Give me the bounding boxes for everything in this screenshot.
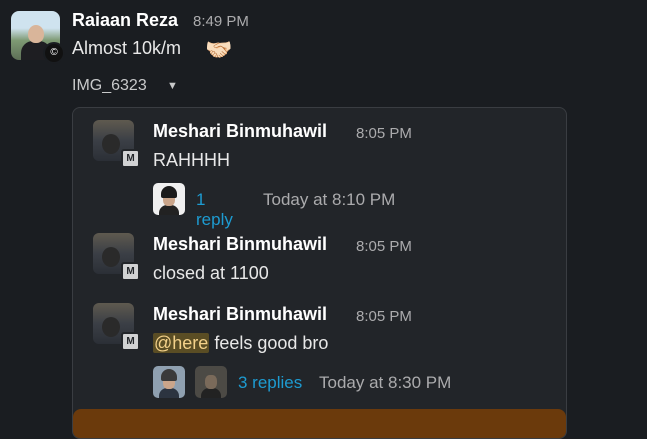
author-name[interactable]: Raiaan Reza — [72, 10, 178, 31]
message-text: Almost 10k/m — [72, 38, 182, 58]
attachment-toggle[interactable]: IMG_6323 — [72, 77, 147, 95]
here-mention[interactable]: @here — [153, 333, 210, 353]
reply-count-link[interactable]: 1 reply — [196, 190, 233, 230]
status-badge: © — [43, 42, 65, 64]
sub-message-text: @here feels good bro — [153, 333, 328, 354]
sub-message-time[interactable]: 8:05 PM — [356, 125, 412, 142]
last-reply-time: Today at 8:30 PM — [319, 373, 452, 392]
sub-message-text: RAHHHH — [153, 150, 231, 170]
sub-message-text: closed at 1100 — [153, 263, 269, 283]
message-body: feels good bro — [209, 333, 329, 353]
sub-message-time[interactable]: 8:05 PM — [356, 238, 412, 255]
reply-count-link[interactable]: 3 replies — [238, 373, 302, 393]
m-badge: M — [121, 149, 140, 168]
sub-author-name[interactable]: Meshari Binmuhawil — [153, 304, 327, 325]
sub-message-time[interactable]: 8:05 PM — [356, 308, 412, 325]
handshake-emoji: 🤝🏻 — [205, 37, 233, 62]
next-message-preview — [73, 409, 566, 438]
avatar-face — [28, 25, 44, 43]
sub-author-name[interactable]: Meshari Binmuhawil — [153, 121, 327, 142]
reply-avatar — [153, 183, 185, 215]
message-time[interactable]: 8:49 PM — [193, 13, 249, 30]
m-badge: M — [121, 262, 140, 281]
m-badge: M — [121, 332, 140, 351]
reply-avatar — [153, 366, 185, 398]
sub-author-name[interactable]: Meshari Binmuhawil — [153, 234, 327, 255]
reply-avatar — [195, 366, 227, 398]
caret-down-icon[interactable]: ▼ — [167, 80, 178, 92]
shared-messages-panel: M Meshari Binmuhawil 8:05 PM RAHHHH 1 re… — [72, 107, 567, 439]
last-reply-time: Today at 8:10 PM — [263, 190, 396, 209]
